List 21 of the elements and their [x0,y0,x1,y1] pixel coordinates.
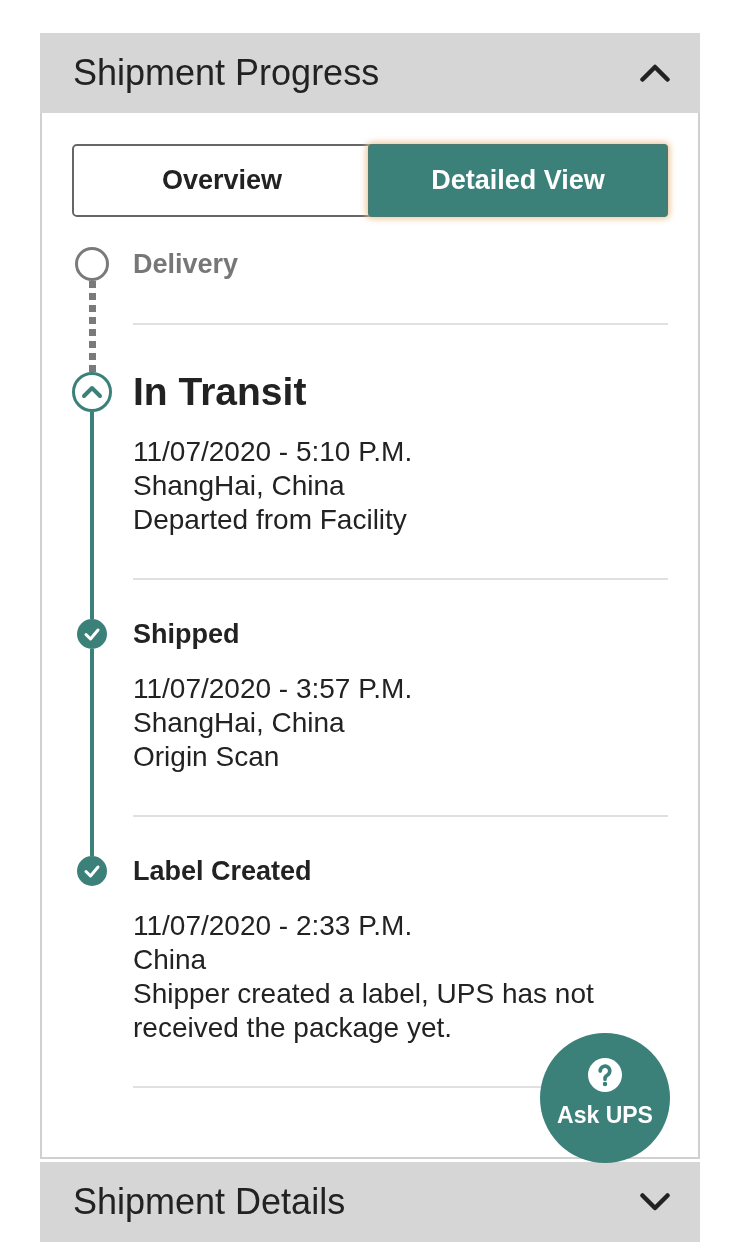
milestone-title: Shipped [133,619,241,649]
milestone-title: Delivery [133,247,240,281]
view-tab[interactable]: Detailed View [368,144,668,217]
event-location: ShangHai, China [133,706,346,740]
milestone-title: In Transit [133,372,308,412]
chevron-circle-icon [72,372,112,412]
event-date-time: 11/07/2020 - 3:57 P.M. [133,672,414,706]
check-circle-icon [77,619,107,649]
section-header[interactable]: Shipment Progress [40,33,700,113]
event-location: China [133,943,208,977]
help-chat-button[interactable]: Ask UPS [540,1033,670,1163]
event-date-time: 11/07/2020 - 5:10 P.M. [133,435,414,469]
empty-circle-icon [75,247,109,281]
milestone-title: Label Created [133,856,313,886]
check-circle-icon [77,856,107,886]
event-location: ShangHai, China [133,469,346,503]
help-icon [588,1058,622,1092]
event-description: Origin Scan [133,740,281,774]
section-header[interactable]: Shipment Details [40,1162,700,1242]
event-description: Departed from Facility [133,503,408,537]
event-date-time: 11/07/2020 - 2:33 P.M. [133,909,414,943]
